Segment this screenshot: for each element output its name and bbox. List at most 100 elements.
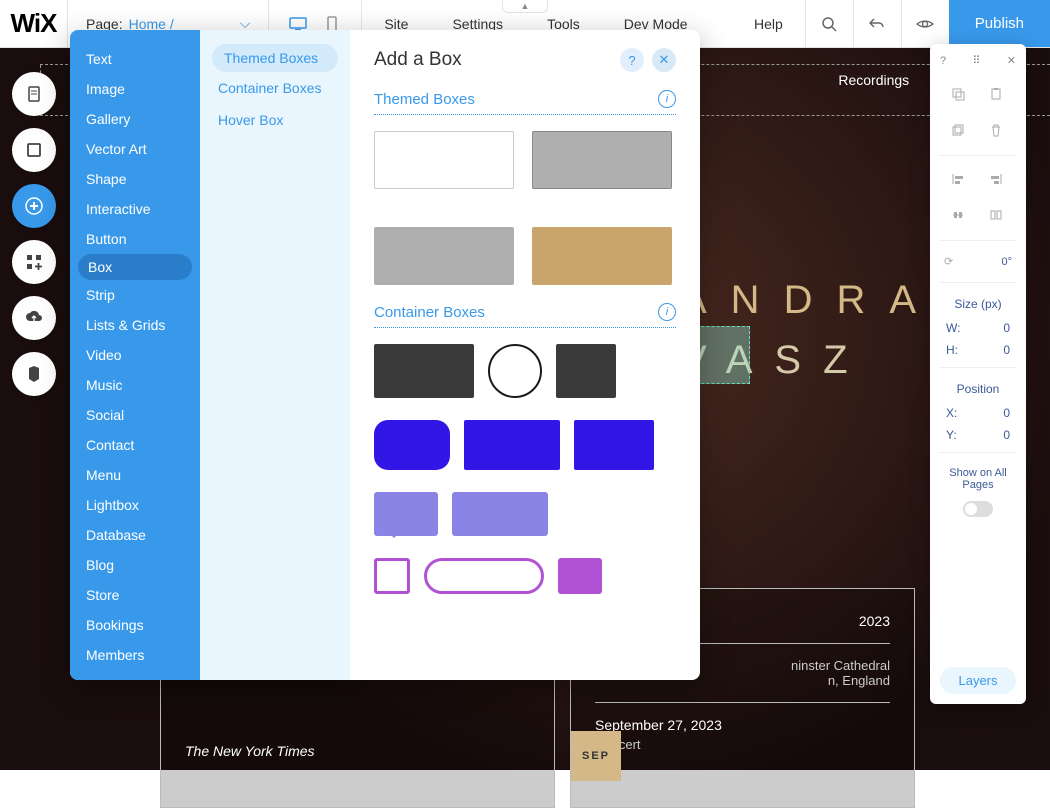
cat-box[interactable]: Box [78,254,192,280]
info-icon[interactable]: i [658,90,676,108]
drag-handle-icon[interactable]: ⠿ [972,54,980,67]
top-tool-icons [805,0,949,47]
distribute-row [940,198,1016,234]
section-label-text: Container Boxes [374,304,485,321]
preview-icon[interactable] [901,0,949,47]
container-box-3[interactable] [556,344,616,398]
cat-vector[interactable]: Vector Art [70,134,200,164]
position-label: Position [940,382,1016,396]
apps-button[interactable] [12,240,56,284]
preview-column: Add a Box ? ✕ Themed Boxes i Container B… [350,30,700,680]
info-icon[interactable]: i [658,303,676,321]
nav-recordings[interactable]: Recordings [838,72,909,88]
container-box-1[interactable] [374,344,474,398]
cat-bookings[interactable]: Bookings [70,610,200,640]
container-box-11[interactable] [558,558,602,594]
sub-hover[interactable]: Hover Box [200,104,350,136]
cat-image[interactable]: Image [70,74,200,104]
container-box-8[interactable] [452,492,548,536]
rotation-value[interactable]: 0° [1001,256,1012,268]
panel-title: Add a Box [374,49,462,71]
background-button[interactable] [12,128,56,172]
hero-text-1[interactable]: ANDRA [680,278,940,323]
undo-icon[interactable] [853,0,901,47]
container-rounded[interactable] [374,420,450,470]
align-left-icon[interactable] [951,172,967,188]
cat-store[interactable]: Store [70,580,200,610]
container-row [374,492,676,536]
container-speech[interactable] [374,492,438,536]
cat-strip[interactable]: Strip [70,280,200,310]
layers-button[interactable]: Layers [940,667,1016,694]
wix-logo[interactable]: WiX [0,0,68,47]
delete-icon[interactable] [989,123,1005,139]
distribute-v-icon[interactable] [989,208,1005,224]
duplicate-icon[interactable] [951,123,967,139]
cat-text[interactable]: Text [70,44,200,74]
topbar-drag-handle[interactable]: ▲ [502,0,548,13]
container-outline-sq[interactable] [374,558,410,594]
add-button[interactable] [12,184,56,228]
cat-video[interactable]: Video [70,340,200,370]
container-box-6[interactable] [574,420,654,470]
height-field[interactable]: H:0 [940,339,1016,361]
menu-help[interactable]: Help [732,16,805,32]
sub-container[interactable]: Container Boxes [200,72,350,104]
show-all-pages-toggle[interactable] [963,501,993,517]
y-field[interactable]: Y:0 [940,424,1016,446]
cat-more[interactable]: More [70,670,200,680]
container-pill[interactable] [424,558,544,594]
add-element-panel: Text Image Gallery Vector Art Shape Inte… [70,30,700,680]
help-icon[interactable]: ? [620,48,644,72]
themed-box-4[interactable] [532,227,672,285]
cat-database[interactable]: Database [70,520,200,550]
cat-members[interactable]: Members [70,640,200,670]
category-column: Text Image Gallery Vector Art Shape Inte… [70,30,200,680]
x-field[interactable]: X:0 [940,402,1016,424]
search-icon[interactable] [805,0,853,47]
divider [940,240,1016,241]
cat-music[interactable]: Music [70,370,200,400]
props-close-icon[interactable]: ✕ [1007,54,1016,67]
cat-menu[interactable]: Menu [70,460,200,490]
copy-icon[interactable] [951,87,967,103]
rotation-row: ⟳ 0° [940,247,1016,276]
cat-blog[interactable]: Blog [70,550,200,580]
themed-grid [374,131,676,285]
container-box-5[interactable] [464,420,560,470]
divider [940,155,1016,156]
themed-box-2[interactable] [532,131,672,189]
cat-button[interactable]: Button [70,224,200,254]
rotate-icon[interactable]: ⟳ [944,255,953,268]
uploads-button[interactable] [12,296,56,340]
props-help-icon[interactable]: ? [940,55,946,67]
sub-themed[interactable]: Themed Boxes [212,44,338,72]
divider [595,702,890,703]
event-type: Concert [595,737,890,752]
cat-contact[interactable]: Contact [70,430,200,460]
cat-lightbox[interactable]: Lightbox [70,490,200,520]
themed-box-3[interactable] [374,227,514,285]
pages-button[interactable] [12,72,56,116]
blog-button[interactable] [12,352,56,396]
event-month-tag: SEP [571,731,621,781]
cat-shape[interactable]: Shape [70,164,200,194]
cat-interactive[interactable]: Interactive [70,194,200,224]
themed-box-1[interactable] [374,131,514,189]
subcategory-column: Themed Boxes Container Boxes Hover Box [200,30,350,680]
align-right-icon[interactable] [989,172,1005,188]
panel-header: Add a Box ? ✕ [374,48,676,72]
close-icon[interactable]: ✕ [652,48,676,72]
container-circle[interactable] [488,344,542,398]
width-field[interactable]: W:0 [940,317,1016,339]
distribute-h-icon[interactable] [951,208,967,224]
left-rail [12,72,56,396]
paste-icon[interactable] [989,87,1005,103]
publish-button[interactable]: Publish [949,0,1050,47]
divider [940,282,1016,283]
align-row [940,162,1016,198]
section-container: Container Boxes i [374,303,676,328]
cat-gallery[interactable]: Gallery [70,104,200,134]
cat-social[interactable]: Social [70,400,200,430]
cat-lists[interactable]: Lists & Grids [70,310,200,340]
